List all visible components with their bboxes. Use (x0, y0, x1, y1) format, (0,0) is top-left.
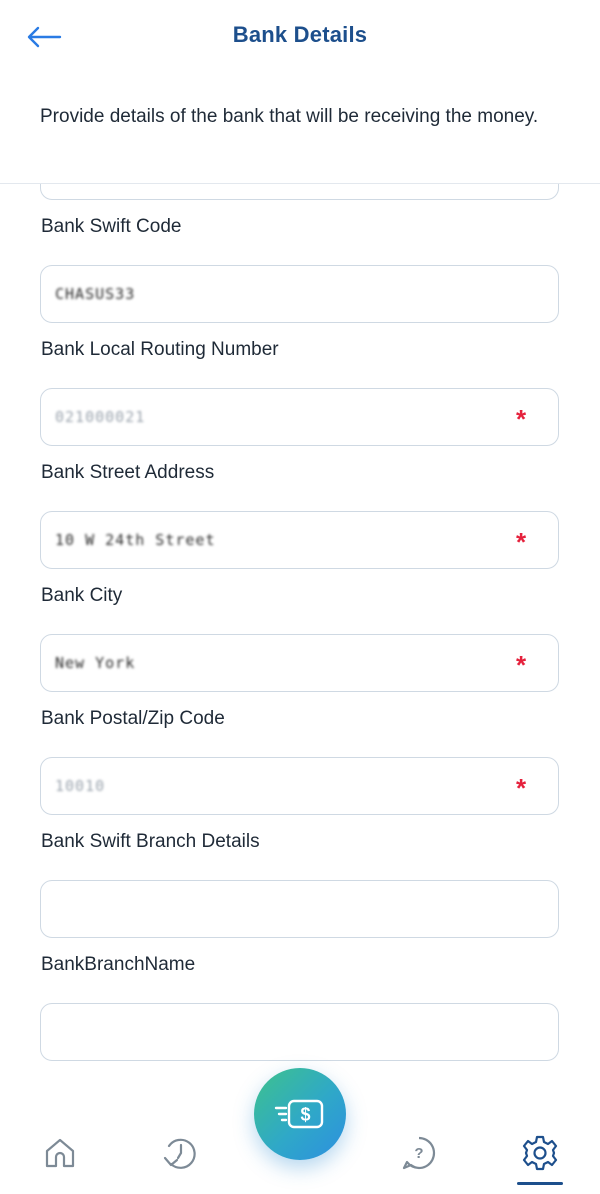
text-input[interactable]: 021000021 * (40, 388, 559, 446)
svg-text:$: $ (300, 1105, 310, 1125)
text-input[interactable] (40, 1003, 559, 1061)
field-label: Bank City (41, 585, 123, 606)
bottom-nav: $ ? (0, 1068, 600, 1194)
text-input[interactable] (40, 880, 559, 938)
input-value: 021000021 (55, 408, 146, 426)
field-label: Bank Local Routing Number (41, 339, 279, 360)
form-scroll-area[interactable]: 0000000000000* Bank Swift Code CHASUS33 Ban… (0, 184, 600, 1090)
header: Bank Details (0, 0, 600, 76)
help-icon: ? (402, 1136, 436, 1170)
input-value: 10010 (55, 777, 106, 795)
input-value: CHASUS33 (55, 285, 136, 303)
send-money-icon: $ (274, 1099, 324, 1129)
input-value: 10 W 24th Street (55, 531, 216, 549)
nav-help[interactable]: ? (389, 1128, 449, 1178)
field-label: Bank Postal/Zip Code (41, 708, 225, 729)
text-input[interactable]: 10010 * (40, 757, 559, 815)
required-asterisk-icon: * (515, 773, 527, 803)
field-label: Bank Swift Branch Details (41, 831, 260, 852)
text-input[interactable]: 10 W 24th Street * (40, 511, 559, 569)
input-value: New York (55, 654, 136, 672)
home-icon (45, 1138, 75, 1168)
text-input[interactable]: CHASUS33 (40, 265, 559, 323)
required-asterisk-icon: * (515, 650, 527, 680)
nav-history[interactable] (150, 1128, 210, 1178)
settings-icon (522, 1135, 558, 1171)
field-label: Bank Swift Code (41, 216, 182, 237)
required-asterisk-icon: * (515, 404, 527, 434)
required-asterisk-icon: * (515, 527, 527, 557)
page-title: Bank Details (232, 22, 368, 47)
send-money-button[interactable]: $ (254, 1068, 346, 1160)
field-label: Bank Street Address (41, 462, 215, 483)
active-tab-indicator (517, 1182, 563, 1185)
nav-settings[interactable] (510, 1128, 570, 1178)
text-input[interactable]: 0000000000000* (40, 184, 559, 200)
intro-text: Provide details of the bank that will be… (40, 106, 539, 127)
svg-text:?: ? (414, 1145, 423, 1162)
nav-home[interactable] (30, 1128, 90, 1178)
text-input[interactable]: New York * (40, 634, 559, 692)
bank-details-screen: Bank Details Provide details of the bank… (0, 0, 600, 1194)
field-label: BankBranchName (41, 954, 196, 975)
history-icon (163, 1138, 196, 1169)
